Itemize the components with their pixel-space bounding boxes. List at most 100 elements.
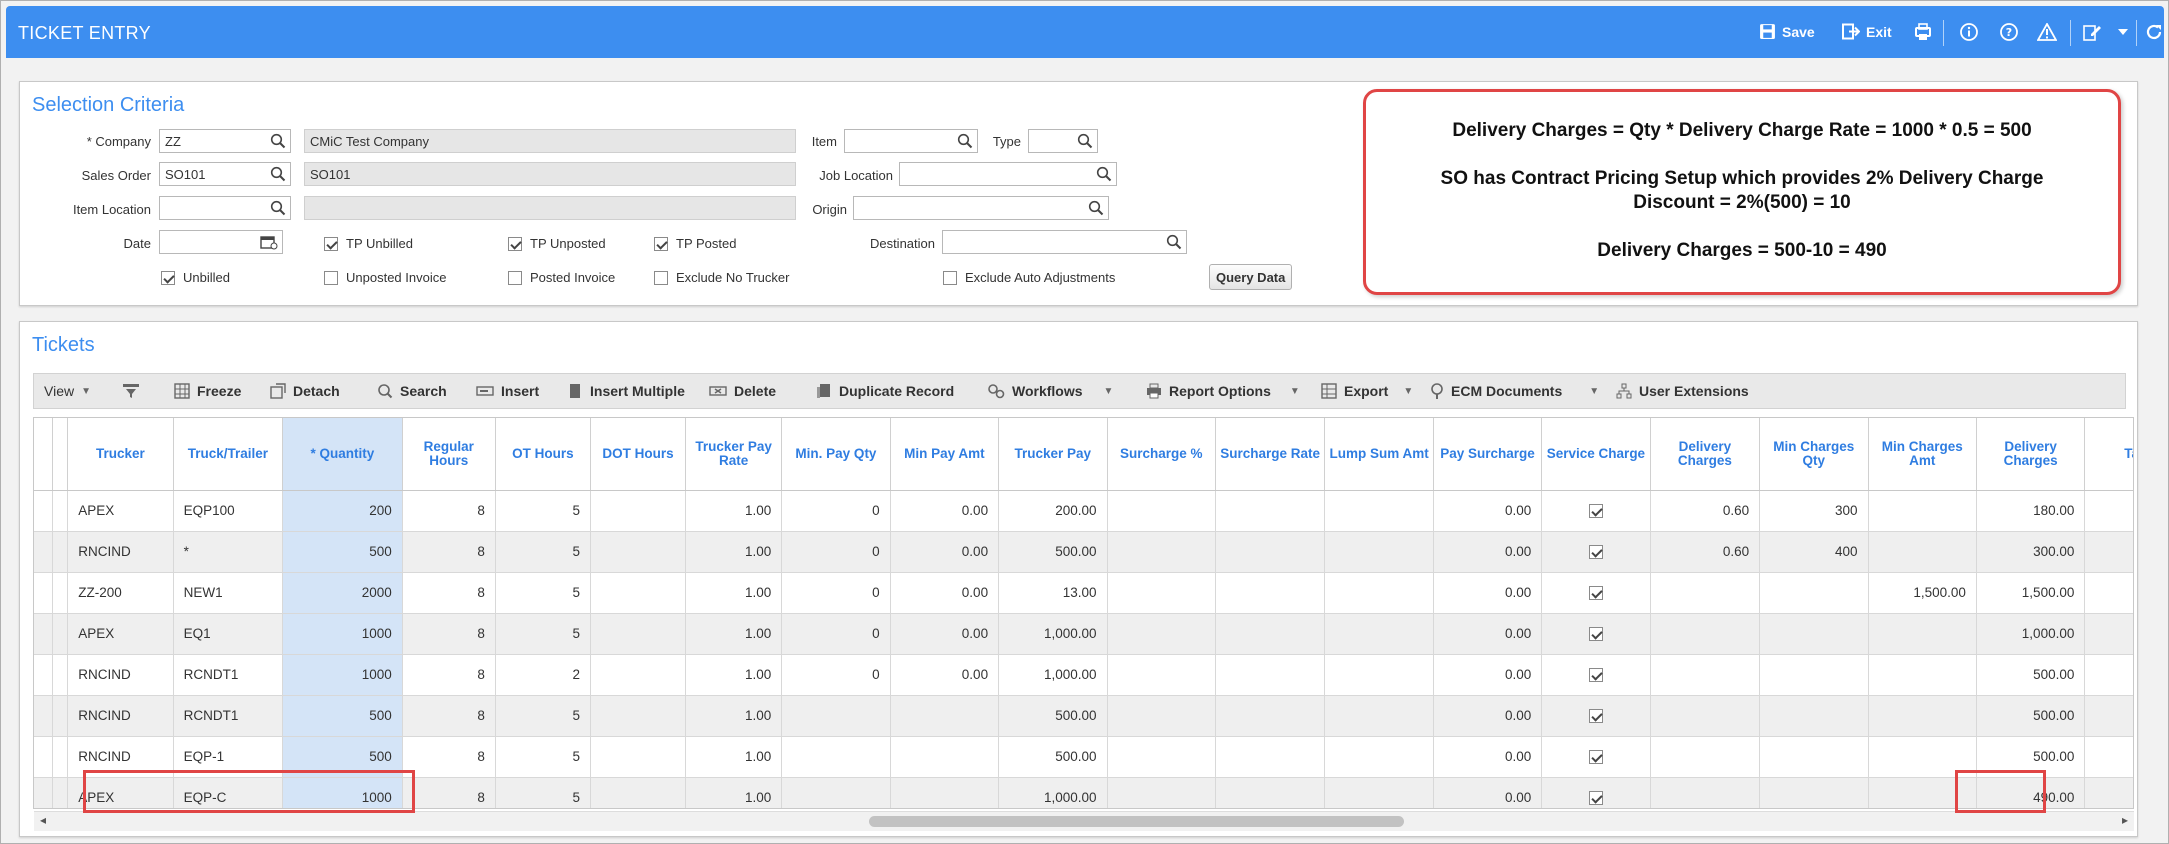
- table-cell[interactable]: 0.00: [1433, 531, 1543, 573]
- table-cell[interactable]: [2084, 777, 2133, 808]
- table-cell[interactable]: 1.00: [685, 736, 783, 778]
- report-options-menu[interactable]: Report Options ▼: [1146, 383, 1300, 399]
- service-charge-checkbox[interactable]: [1588, 586, 1603, 601]
- table-cell[interactable]: 0.00: [1433, 490, 1543, 532]
- search-icon[interactable]: [1096, 166, 1112, 182]
- edit-icon[interactable]: [2081, 21, 2103, 43]
- item-location-field[interactable]: [159, 196, 291, 220]
- table-cell[interactable]: [2084, 736, 2133, 778]
- table-cell[interactable]: RNCIND: [67, 531, 174, 573]
- table-cell[interactable]: 300: [1759, 490, 1869, 532]
- table-cell[interactable]: [1215, 613, 1326, 655]
- search-icon[interactable]: [270, 200, 286, 216]
- table-cell[interactable]: 500.00: [998, 531, 1108, 573]
- table-cell[interactable]: [1107, 654, 1216, 696]
- service-charge-checkbox[interactable]: [1588, 504, 1603, 519]
- table-cell[interactable]: [590, 572, 687, 614]
- table-cell[interactable]: [1541, 490, 1651, 532]
- table-cell[interactable]: [2084, 613, 2133, 655]
- duplicate-record-button[interactable]: Duplicate Record: [816, 383, 954, 399]
- export-menu[interactable]: Export ▼: [1321, 383, 1413, 399]
- table-cell[interactable]: APEX: [67, 490, 174, 532]
- table-cell[interactable]: [1541, 613, 1651, 655]
- scroll-right-arrow[interactable]: ▸: [2122, 813, 2128, 827]
- table-cell[interactable]: 1.00: [685, 531, 783, 573]
- search-icon[interactable]: [957, 133, 973, 149]
- checkbox[interactable]: [508, 236, 522, 251]
- print-icon[interactable]: [1912, 21, 1934, 43]
- table-cell[interactable]: [590, 531, 687, 573]
- column-header[interactable]: OT Hours: [495, 418, 591, 491]
- table-cell[interactable]: RCNDT1: [173, 695, 284, 737]
- search-icon[interactable]: [1166, 234, 1182, 250]
- service-charge-checkbox[interactable]: [1588, 750, 1603, 765]
- table-cell[interactable]: 1,000.00: [998, 613, 1108, 655]
- table-cell[interactable]: [1215, 490, 1326, 532]
- search-icon[interactable]: [270, 166, 286, 182]
- table-cell[interactable]: 0.00: [890, 531, 1000, 573]
- table-cell[interactable]: 500.00: [998, 736, 1108, 778]
- column-header[interactable]: Service Charge: [1541, 418, 1651, 491]
- origin-field[interactable]: [853, 196, 1109, 220]
- column-header[interactable]: Min Pay Amt: [890, 418, 1000, 491]
- scrollbar-thumb[interactable]: [869, 816, 1404, 827]
- table-cell[interactable]: 0: [781, 490, 891, 532]
- table-cell[interactable]: [890, 695, 1000, 737]
- column-header[interactable]: * Quantity: [282, 418, 403, 491]
- table-cell[interactable]: [2084, 695, 2133, 737]
- table-cell[interactable]: [1324, 736, 1434, 778]
- exit-button[interactable]: Exit: [1842, 23, 1892, 40]
- table-cell[interactable]: [1107, 695, 1216, 737]
- company-field[interactable]: ZZ: [159, 129, 291, 153]
- table-cell[interactable]: 5: [495, 531, 591, 573]
- column-header[interactable]: Pay Surcharge: [1433, 418, 1543, 491]
- table-cell[interactable]: 0.00: [1433, 654, 1543, 696]
- type-field[interactable]: [1028, 129, 1098, 153]
- workflows-menu[interactable]: Workflows ▼: [987, 383, 1113, 399]
- column-header[interactable]: Regular Hours: [402, 418, 496, 491]
- table-cell[interactable]: 8: [402, 490, 496, 532]
- table-cell[interactable]: [1107, 613, 1216, 655]
- table-cell[interactable]: EQ1: [173, 613, 284, 655]
- table-cell[interactable]: [890, 777, 1000, 808]
- table-cell[interactable]: [1324, 572, 1434, 614]
- table-cell[interactable]: 5: [495, 695, 591, 737]
- row-selector[interactable]: [34, 654, 53, 696]
- table-cell[interactable]: 8: [402, 777, 496, 808]
- table-cell[interactable]: [1541, 695, 1651, 737]
- table-cell[interactable]: [1324, 654, 1434, 696]
- job-location-field[interactable]: [899, 162, 1117, 186]
- table-cell[interactable]: [590, 490, 687, 532]
- table-cell[interactable]: 8: [402, 695, 496, 737]
- table-cell[interactable]: 0: [781, 654, 891, 696]
- tp-unbilled-checkbox[interactable]: TP Unbilled: [324, 236, 413, 251]
- table-cell[interactable]: 400: [1759, 531, 1869, 573]
- table-cell[interactable]: [1759, 777, 1869, 808]
- row-selector[interactable]: [34, 777, 53, 808]
- refresh-icon[interactable]: [2143, 21, 2165, 43]
- table-cell[interactable]: [1650, 777, 1761, 808]
- exclude-auto-adjustments-checkbox[interactable]: Exclude Auto Adjustments: [943, 270, 1115, 285]
- service-charge-checkbox[interactable]: [1588, 668, 1603, 683]
- detach-button[interactable]: Detach: [270, 383, 340, 399]
- filter-button[interactable]: [122, 383, 140, 399]
- row-selector[interactable]: [34, 490, 53, 532]
- calendar-icon[interactable]: [260, 234, 278, 250]
- table-cell[interactable]: [1868, 695, 1977, 737]
- column-header[interactable]: Delivery Charges: [1976, 418, 2086, 491]
- tp-posted-checkbox[interactable]: TP Posted: [654, 236, 736, 251]
- table-cell[interactable]: 8: [402, 613, 496, 655]
- table-cell[interactable]: 0.00: [890, 490, 1000, 532]
- table-cell[interactable]: [1107, 490, 1216, 532]
- table-cell[interactable]: 200: [282, 490, 403, 532]
- column-header[interactable]: Surcharge %: [1107, 418, 1216, 491]
- column-header[interactable]: Min Charges Qty: [1759, 418, 1869, 491]
- table-cell[interactable]: 1.00: [685, 490, 783, 532]
- column-header[interactable]: Min Charges Amt: [1868, 418, 1977, 491]
- checkbox[interactable]: [324, 236, 338, 251]
- posted-invoice-checkbox[interactable]: Posted Invoice: [508, 270, 615, 285]
- table-cell[interactable]: [1541, 572, 1651, 614]
- column-header[interactable]: Delivery Charges: [1650, 418, 1761, 491]
- table-cell[interactable]: [1759, 736, 1869, 778]
- scroll-left-arrow[interactable]: ◂: [40, 813, 46, 827]
